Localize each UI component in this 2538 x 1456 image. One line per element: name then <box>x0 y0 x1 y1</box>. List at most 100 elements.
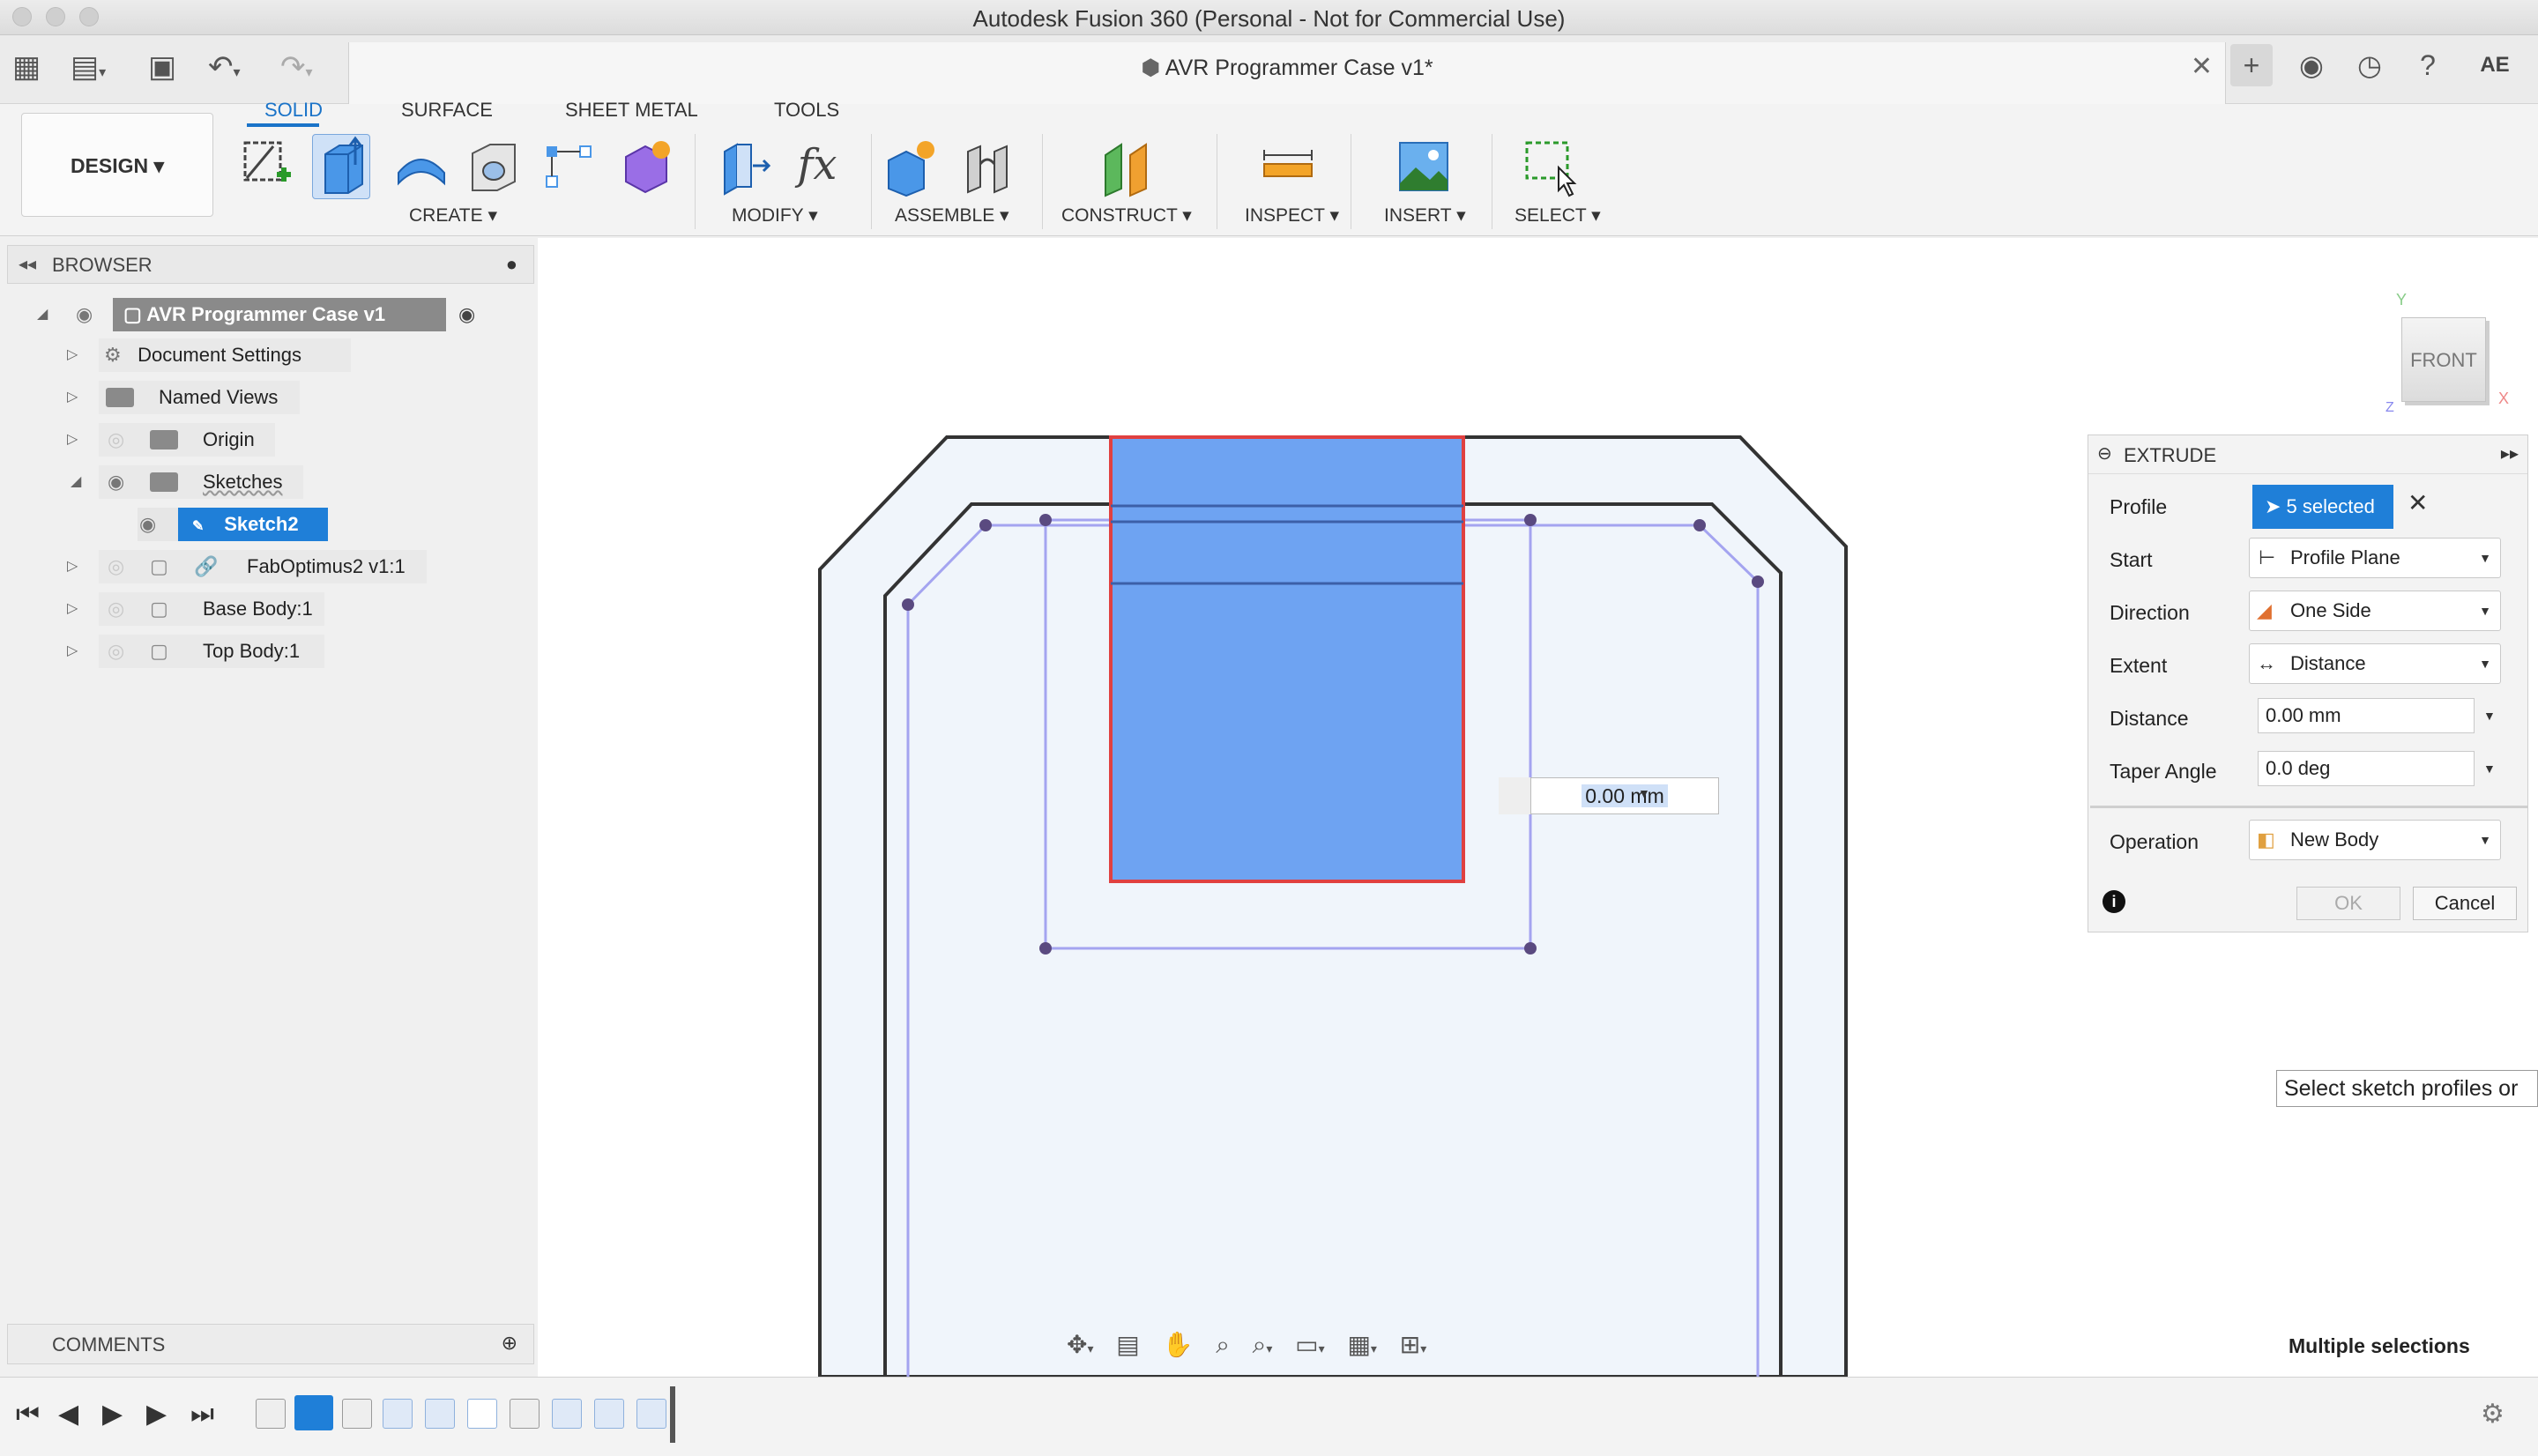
add-comment-icon[interactable]: ⊕ <box>502 1332 517 1355</box>
hidden-eye-icon[interactable]: ◎ <box>108 592 124 626</box>
view-cube[interactable]: FRONT Y X Z <box>2385 291 2516 415</box>
help-icon[interactable]: ? <box>2407 44 2449 86</box>
select-menu[interactable]: SELECT ▾ <box>1515 204 1601 227</box>
zoom-icon[interactable]: ⌕ <box>1216 1331 1230 1358</box>
collapse-dialog-icon[interactable]: ⊖ <box>2097 442 2112 464</box>
timeline-sketch-icon[interactable] <box>294 1395 333 1430</box>
save-icon[interactable]: ▣ <box>148 48 176 86</box>
browser-item-top-body[interactable]: Top Body:1 <box>203 635 300 668</box>
expand-arrow-icon[interactable]: ▷ <box>67 381 78 414</box>
press-pull-icon[interactable] <box>714 134 772 199</box>
job-status-clock-icon[interactable]: ◷ <box>2348 44 2391 86</box>
timeline-feature-icon[interactable] <box>342 1399 372 1429</box>
undo-icon[interactable]: ↶▾ <box>208 48 241 93</box>
expand-arrow-icon[interactable]: ▷ <box>67 635 78 668</box>
direction-dropdown[interactable]: ◢ One Side ▼ <box>2249 591 2501 631</box>
play-icon[interactable]: ▶ <box>102 1395 123 1434</box>
operation-dropdown[interactable]: ◧ New Body ▼ <box>2249 820 2501 860</box>
manipulator-grip[interactable] <box>1499 777 1530 814</box>
extrude-icon[interactable] <box>312 134 370 199</box>
browser-item-document-settings[interactable]: ⚙ Document Settings <box>104 338 301 372</box>
workspace-switcher-button[interactable]: DESIGN ▾ <box>21 113 213 217</box>
file-menu-icon[interactable]: ▤▾ <box>71 48 106 93</box>
expand-arrow-icon[interactable]: ▷ <box>67 423 78 457</box>
extent-dropdown[interactable]: ↔ Distance ▼ <box>2249 643 2501 684</box>
browser-item-faboptimus[interactable]: FabOptimus2 v1:1 <box>247 550 406 583</box>
timeline-extrude-icon[interactable] <box>552 1399 582 1429</box>
comments-panel-header[interactable]: COMMENTS ⊕ <box>7 1324 534 1364</box>
activate-radio-icon[interactable]: ◉ <box>458 298 475 331</box>
change-parameters-fx-icon[interactable]: fx <box>788 134 846 199</box>
view-cube-front-face[interactable]: FRONT <box>2401 317 2486 402</box>
ok-button[interactable]: OK <box>2296 887 2400 920</box>
insert-canvas-icon[interactable] <box>1395 134 1453 199</box>
taper-angle-dropdown-icon[interactable]: ▼ <box>2483 761 2496 776</box>
browser-item-base-body[interactable]: Base Body:1 <box>203 592 313 626</box>
new-tab-plus-icon[interactable]: + <box>2230 44 2273 86</box>
step-back-icon[interactable]: ◀ <box>58 1395 78 1434</box>
user-avatar[interactable]: AE <box>2474 44 2516 86</box>
timeline-settings-gear-icon[interactable]: ⚙ <box>2481 1395 2505 1434</box>
timeline-marker[interactable] <box>670 1386 675 1443</box>
timeline-feature-icon[interactable] <box>510 1399 540 1429</box>
viewports-icon[interactable]: ⊞ <box>1400 1331 1420 1358</box>
display-settings-icon[interactable]: ▭ <box>1295 1331 1318 1358</box>
visibility-eye-icon[interactable]: ◉ <box>108 465 124 499</box>
joint-icon[interactable] <box>959 134 1017 199</box>
chevron-down-icon[interactable]: ▾ <box>1420 1341 1426 1356</box>
fit-icon[interactable]: ⌕ <box>1253 1331 1267 1358</box>
look-at-icon[interactable]: ▤ <box>1116 1331 1139 1358</box>
chevron-down-icon[interactable]: ▾ <box>1371 1341 1377 1356</box>
go-to-end-icon[interactable]: ⏭ <box>190 1395 214 1434</box>
collapse-browser-icon[interactable]: ◂◂ <box>19 253 36 275</box>
profile-selection-button[interactable]: ➤ 5 selected <box>2252 485 2393 529</box>
document-tab[interactable]: ⬢ AVR Programmer Case v1* ✕ <box>348 42 2226 104</box>
hidden-eye-icon[interactable]: ◎ <box>108 635 124 668</box>
data-panel-grid-icon[interactable]: ▦ <box>12 48 41 86</box>
taper-angle-field[interactable]: 0.0 deg <box>2258 751 2475 786</box>
chevron-down-icon[interactable]: ▾ <box>1087 1341 1093 1356</box>
info-icon[interactable]: i <box>2103 890 2125 913</box>
redo-icon[interactable]: ↷▾ <box>280 48 313 93</box>
insert-menu[interactable]: INSERT ▾ <box>1384 204 1466 227</box>
expand-dialog-icon[interactable]: ▸▸ <box>2501 442 2519 464</box>
timeline-extrude-icon[interactable] <box>636 1399 666 1429</box>
cancel-button[interactable]: Cancel <box>2413 887 2517 920</box>
expand-arrow-icon[interactable]: ▷ <box>67 338 78 372</box>
close-document-icon[interactable]: ✕ <box>2191 51 2213 82</box>
pan-hand-icon[interactable]: ✋ <box>1163 1331 1194 1358</box>
hidden-eye-icon[interactable]: ◎ <box>108 423 124 457</box>
expand-arrow-icon[interactable]: ▷ <box>67 592 78 626</box>
tab-solid[interactable]: SOLID <box>264 99 323 122</box>
collapse-arrow-icon[interactable]: ◢ <box>37 298 48 331</box>
start-dropdown[interactable]: ⊢ Profile Plane ▼ <box>2249 538 2501 578</box>
chevron-down-icon[interactable]: ▾ <box>1266 1341 1272 1356</box>
measure-icon[interactable] <box>1259 134 1317 199</box>
timeline-extrude-icon[interactable] <box>383 1399 413 1429</box>
tab-surface[interactable]: SURFACE <box>401 99 493 122</box>
inspect-menu[interactable]: INSPECT ▾ <box>1245 204 1339 227</box>
tab-sheet-metal[interactable]: SHEET METAL <box>565 99 698 122</box>
visibility-eye-icon[interactable]: ◉ <box>139 508 156 541</box>
construct-menu[interactable]: CONSTRUCT ▾ <box>1061 204 1192 227</box>
pattern-icon[interactable] <box>540 134 598 199</box>
distance-field-dropdown-icon[interactable]: ▼ <box>2483 709 2496 723</box>
timeline-extrude-icon[interactable] <box>594 1399 624 1429</box>
browser-root-node[interactable]: ▢ AVR Programmer Case v1 <box>123 298 385 331</box>
grid-settings-icon[interactable]: ▦ <box>1347 1331 1370 1358</box>
timeline-sketch-icon[interactable] <box>467 1399 497 1429</box>
new-component-icon[interactable] <box>882 134 940 199</box>
distance-field[interactable]: 0.00 mm <box>2258 698 2475 733</box>
clear-selection-icon[interactable]: ✕ <box>2408 488 2428 517</box>
hidden-eye-icon[interactable]: ◎ <box>108 550 124 583</box>
browser-item-origin[interactable]: Origin <box>203 423 255 457</box>
distance-dropdown-icon[interactable]: ▼ <box>1638 786 1650 800</box>
select-window-icon[interactable] <box>1522 134 1580 199</box>
extensions-icon[interactable]: ◉ <box>2290 44 2333 86</box>
timeline-feature-icon[interactable] <box>256 1399 286 1429</box>
modify-menu[interactable]: MODIFY ▾ <box>732 204 818 227</box>
collapse-arrow-icon[interactable]: ◢ <box>71 465 81 499</box>
tab-tools[interactable]: TOOLS <box>774 99 839 122</box>
browser-pin-icon[interactable]: ● <box>506 253 517 276</box>
construct-plane-icon[interactable] <box>1100 134 1158 199</box>
